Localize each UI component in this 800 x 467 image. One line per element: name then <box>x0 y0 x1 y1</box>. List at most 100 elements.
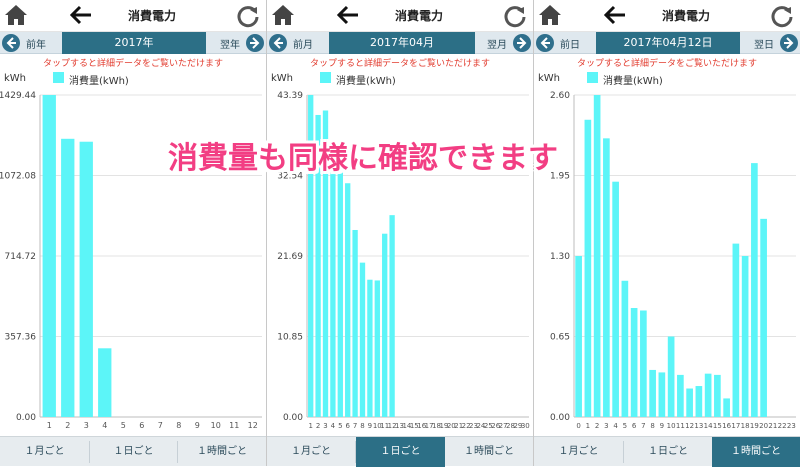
x-tick-label: 0 <box>576 422 580 430</box>
prev-period-button[interactable]: 前年 <box>26 36 46 51</box>
next-period-button[interactable]: 翌月 <box>487 36 507 51</box>
legend-label: 消費量(kWh) <box>603 76 663 87</box>
refresh-icon[interactable] <box>503 4 527 28</box>
x-tick-label: 6 <box>345 422 350 430</box>
x-tick-label: 17 <box>731 422 740 430</box>
consumption-chart[interactable]: 0.000.651.301.952.600 1 2 3 4 5 6 7 8 9 10 11 12 13 14… <box>534 86 800 436</box>
period-navigator: 前月 2017年04月 翌月 <box>267 32 533 54</box>
next-arrow-icon[interactable] <box>246 34 264 52</box>
y-tick-label: 10.85 <box>277 333 303 343</box>
prev-arrow-icon[interactable] <box>536 34 554 52</box>
bar <box>714 374 721 417</box>
legend-swatch <box>587 72 598 83</box>
top-bar: 消費電力 <box>534 0 800 32</box>
bar <box>584 119 592 417</box>
refresh-icon[interactable] <box>236 4 260 28</box>
granularity-tabs: １月ごと １日ごと １時間ごと <box>534 436 800 467</box>
refresh-icon[interactable] <box>770 4 794 28</box>
bar <box>732 243 740 417</box>
x-tick-label: 5 <box>121 421 126 430</box>
tab-daily[interactable]: １日ごと <box>624 437 712 467</box>
bar <box>61 138 75 417</box>
tap-hint: タップすると詳細データをご覧いただけます <box>42 59 223 69</box>
tap-hint: タップすると詳細データをご覧いただけます <box>576 59 757 69</box>
x-tick-label: 7 <box>641 422 645 430</box>
x-tick-label: 15 <box>713 422 722 430</box>
granularity-tabs: １月ごと １日ごと １時間ごと <box>267 436 533 467</box>
x-tick-label: 4 <box>613 422 618 430</box>
x-tick-label: 11 <box>229 421 239 430</box>
x-tick-label: 2 <box>65 421 70 430</box>
next-period-button[interactable]: 翌日 <box>754 36 774 51</box>
x-tick-label: 5 <box>623 422 627 430</box>
tab-hourly[interactable]: １時間ごと <box>178 437 266 467</box>
top-bar: 消費電力 <box>0 0 266 32</box>
bar <box>367 279 373 417</box>
screenshot-composite: 消費電力 前年 2017年 翌年 タップすると詳細データをご覧いただけます kW… <box>0 0 800 467</box>
bar <box>575 256 582 417</box>
bar <box>389 215 395 417</box>
tab-hourly[interactable]: １時間ごと <box>712 437 800 467</box>
next-period-button[interactable]: 翌年 <box>220 36 240 51</box>
y-tick-label: 714.72 <box>5 252 37 262</box>
y-tick-label: 357.36 <box>5 333 37 343</box>
period-navigator: 前日 2017年04月12日 翌日 <box>534 32 800 54</box>
tap-hint: タップすると詳細データをご覧いただけます <box>309 59 490 69</box>
x-tick-label: 13 <box>694 422 703 430</box>
x-tick-label: 2 <box>595 422 599 430</box>
bar <box>695 386 703 417</box>
x-tick-label: 7 <box>353 422 357 430</box>
x-tick-label: 18 <box>741 422 750 430</box>
bar <box>751 163 758 417</box>
unit-label: kWh <box>271 73 294 84</box>
prev-period-button[interactable]: 前月 <box>293 36 313 51</box>
back-arrow-icon[interactable] <box>337 5 359 25</box>
x-tick-label: 4 <box>102 421 107 430</box>
bar <box>352 229 358 417</box>
home-icon[interactable] <box>4 4 28 26</box>
current-period: 2017年04月 <box>329 32 475 54</box>
screen-hourly: 消費電力 前日 2017年04月12日 翌日 タップすると詳細データをご覧いただ… <box>534 0 800 467</box>
bar <box>359 262 366 417</box>
tab-daily[interactable]: １日ごと <box>356 437 445 467</box>
granularity-tabs: １月ごと １日ごと １時間ごと <box>0 436 266 466</box>
prev-arrow-icon[interactable] <box>269 34 287 52</box>
x-tick-label: 6 <box>632 422 637 430</box>
x-tick-label: 5 <box>338 422 342 430</box>
home-icon[interactable] <box>538 4 562 26</box>
page-title: 消費電力 <box>127 9 176 23</box>
next-arrow-icon[interactable] <box>780 34 798 52</box>
x-tick-label: 6 <box>139 421 144 430</box>
x-tick-label: 21 <box>768 422 777 430</box>
bar <box>79 141 93 417</box>
back-arrow-icon[interactable] <box>604 5 626 25</box>
bar <box>667 336 675 417</box>
tab-hourly[interactable]: １時間ごと <box>445 437 533 467</box>
prev-period-button[interactable]: 前日 <box>560 36 580 51</box>
y-tick-label: 1.30 <box>550 252 570 262</box>
home-icon[interactable] <box>271 4 295 26</box>
next-arrow-icon[interactable] <box>513 34 531 52</box>
tab-monthly[interactable]: １月ごと <box>534 437 623 467</box>
x-tick-label: 9 <box>660 422 664 430</box>
tab-daily[interactable]: １日ごと <box>90 437 177 467</box>
tab-monthly[interactable]: １月ごと <box>267 437 355 467</box>
y-tick-label: 0.00 <box>16 413 36 423</box>
back-arrow-icon[interactable] <box>70 5 92 25</box>
period-navigator: 前年 2017年 翌年 <box>0 32 266 54</box>
bar <box>337 162 343 417</box>
unit-label: kWh <box>538 73 561 84</box>
prev-arrow-icon[interactable] <box>2 34 20 52</box>
x-tick-label: 8 <box>650 422 654 430</box>
bar <box>593 95 601 417</box>
x-tick-label: 12 <box>685 422 694 430</box>
y-tick-label: 1072.08 <box>0 172 36 182</box>
x-tick-label: 4 <box>331 422 336 430</box>
bar <box>723 398 730 417</box>
current-period: 2017年 <box>62 32 206 54</box>
legend-label: 消費量(kWh) <box>336 76 396 87</box>
x-tick-label: 1 <box>308 422 312 430</box>
x-tick-label: 7 <box>158 421 163 430</box>
tab-monthly[interactable]: １月ごと <box>0 437 89 467</box>
x-tick-label: 23 <box>787 422 796 430</box>
